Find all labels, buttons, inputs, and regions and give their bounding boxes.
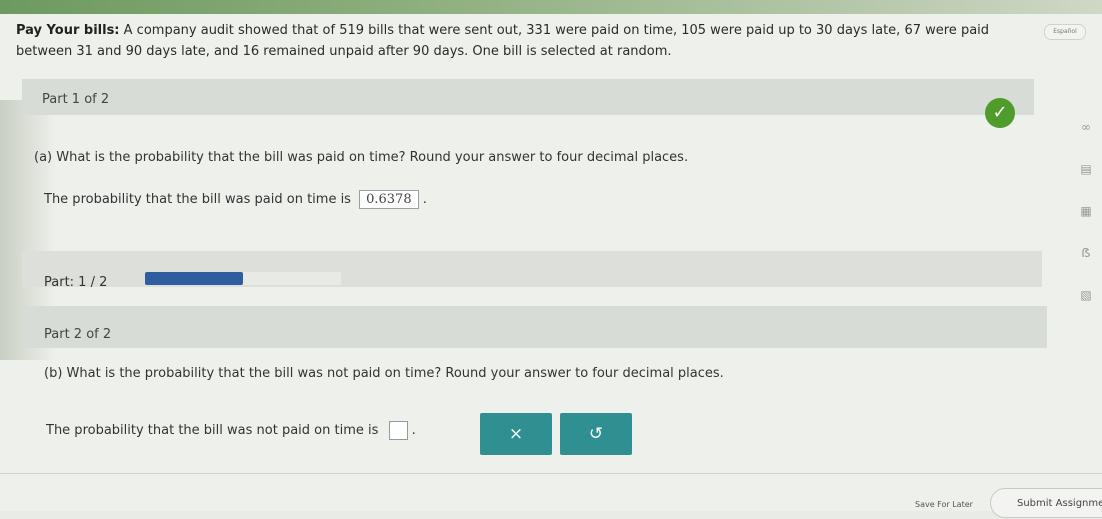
part2-answer-suffix: .: [411, 423, 416, 438]
part1-answer-field[interactable]: 0.6378: [359, 190, 419, 209]
part2-answer-row: The probability that the bill was not pa…: [46, 421, 416, 440]
footer-divider: [0, 473, 1102, 474]
infinity-icon[interactable]: ∞: [1076, 120, 1096, 141]
book-icon[interactable]: ▧: [1076, 288, 1096, 309]
save-for-later-link[interactable]: Save For Later: [915, 500, 973, 509]
submit-assignment-button[interactable]: Submit Assignment: [990, 488, 1102, 518]
side-toolbar: ∞ ▤ ▦ ẞ ▧: [1076, 120, 1096, 330]
problem-title: Pay Your bills:: [16, 23, 120, 38]
progress-bar: [145, 272, 341, 285]
progress-fill: [145, 272, 243, 285]
part2-answer-field[interactable]: [388, 421, 408, 440]
calculator-icon[interactable]: ▦: [1076, 204, 1096, 225]
part2-question: (b) What is the probability that the bil…: [44, 366, 724, 381]
checkmark-icon: ✓: [985, 98, 1015, 128]
progress-label: Part: 1 / 2: [44, 275, 108, 290]
top-color-strip: [0, 0, 1102, 14]
calculator-icon[interactable]: ▤: [1076, 162, 1096, 183]
problem-statement: Pay Your bills: A company audit showed t…: [16, 20, 1026, 62]
clear-button[interactable]: ×: [480, 413, 552, 455]
part1-header: Part 1 of 2: [22, 79, 1034, 115]
problem-text: A company audit showed that of 519 bills…: [16, 23, 990, 59]
part1-question: (a) What is the probability that the bil…: [34, 150, 689, 165]
espanol-badge[interactable]: Español: [1044, 24, 1086, 40]
part2-header-label: Part 2 of 2: [44, 327, 112, 342]
part1-answer-prefix: The probability that the bill was paid o…: [44, 192, 351, 207]
part1-header-label: Part 1 of 2: [42, 92, 110, 107]
part1-answer-suffix: .: [422, 192, 427, 207]
part2-header: Part 2 of 2: [22, 306, 1047, 348]
undo-button[interactable]: ↺: [560, 413, 632, 455]
part2-answer-prefix: The probability that the bill was not pa…: [46, 423, 379, 438]
text-icon[interactable]: ẞ: [1076, 246, 1096, 267]
part1-answer-row: The probability that the bill was paid o…: [44, 190, 427, 209]
